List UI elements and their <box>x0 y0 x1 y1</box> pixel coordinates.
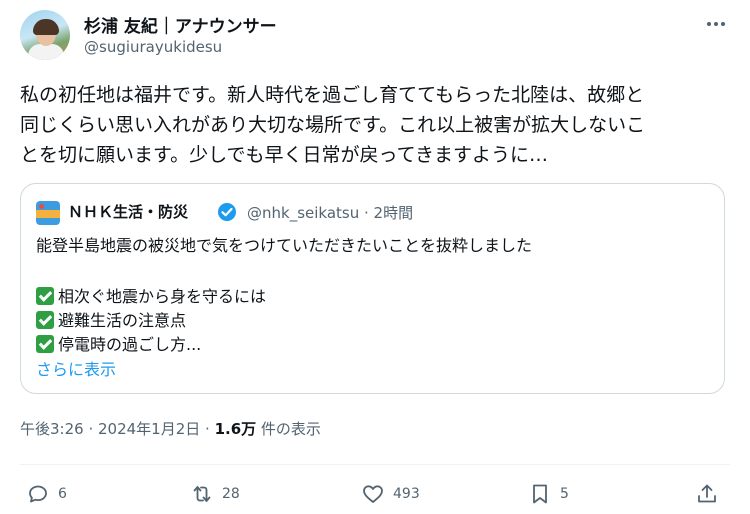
like-button[interactable]: 493 <box>361 482 420 506</box>
avatar[interactable] <box>20 10 70 60</box>
author-handle[interactable]: @sugiurayukidesu <box>84 38 222 56</box>
quote-list-item: 避難生活の注意点 <box>36 307 186 331</box>
quote-text-line: 能登半島地震の被災地で気をつけていただきたいことを抜粋しました <box>36 236 533 255</box>
divider <box>20 464 730 465</box>
reply-icon <box>29 485 47 503</box>
view-count: 1.6万 <box>214 420 257 438</box>
more-icon[interactable] <box>704 14 728 34</box>
share-icon <box>698 484 716 503</box>
nhk-logo-icon <box>36 201 60 225</box>
heart-icon <box>363 485 383 503</box>
check-mark-icon <box>36 287 54 305</box>
retweet-icon <box>193 486 211 502</box>
quote-list-item: 停電時の過ごし方... <box>36 331 201 355</box>
bookmark-count: 5 <box>560 486 569 502</box>
view-label: 件の表示 <box>256 420 321 438</box>
verified-badge-icon <box>218 203 236 221</box>
retweet-button[interactable]: 28 <box>190 482 240 506</box>
check-mark-icon <box>36 335 54 353</box>
author-display-name[interactable]: 杉浦 友紀｜アナウンサー <box>84 12 277 37</box>
bookmark-icon <box>533 484 547 504</box>
timestamp[interactable]: 午後3:26 · 2024年1月2日 · <box>20 420 215 438</box>
share-button[interactable] <box>695 482 727 506</box>
quoted-tweet[interactable]: ＮＨＫ生活・防災 @nhk_seikatsu · 2時間 能登半島地震の被災地で… <box>20 183 725 394</box>
avatar-shirt <box>28 44 64 60</box>
reply-button[interactable]: 6 <box>26 482 67 506</box>
quote-handle-time: @nhk_seikatsu · 2時間 <box>247 204 414 222</box>
avatar-hair <box>33 19 59 35</box>
quote-author-name: ＮＨＫ生活・防災 <box>68 203 189 221</box>
show-more-link[interactable]: さらに表示 <box>36 356 116 380</box>
retweet-count: 28 <box>222 486 240 502</box>
like-count: 493 <box>393 486 420 502</box>
tweet-meta: 午後3:26 · 2024年1月2日 · 1.6万 件の表示 <box>20 418 321 439</box>
check-mark-icon <box>36 311 54 329</box>
bookmark-button[interactable]: 5 <box>528 482 569 506</box>
quote-list-item: 相次ぐ地震から身を守るには <box>36 283 266 307</box>
reply-count: 6 <box>58 486 67 502</box>
tweet-text: 私の初任地は福井です。新人時代を過ごし育ててもらった北陸は、故郷と 同じくらい思… <box>20 84 646 166</box>
